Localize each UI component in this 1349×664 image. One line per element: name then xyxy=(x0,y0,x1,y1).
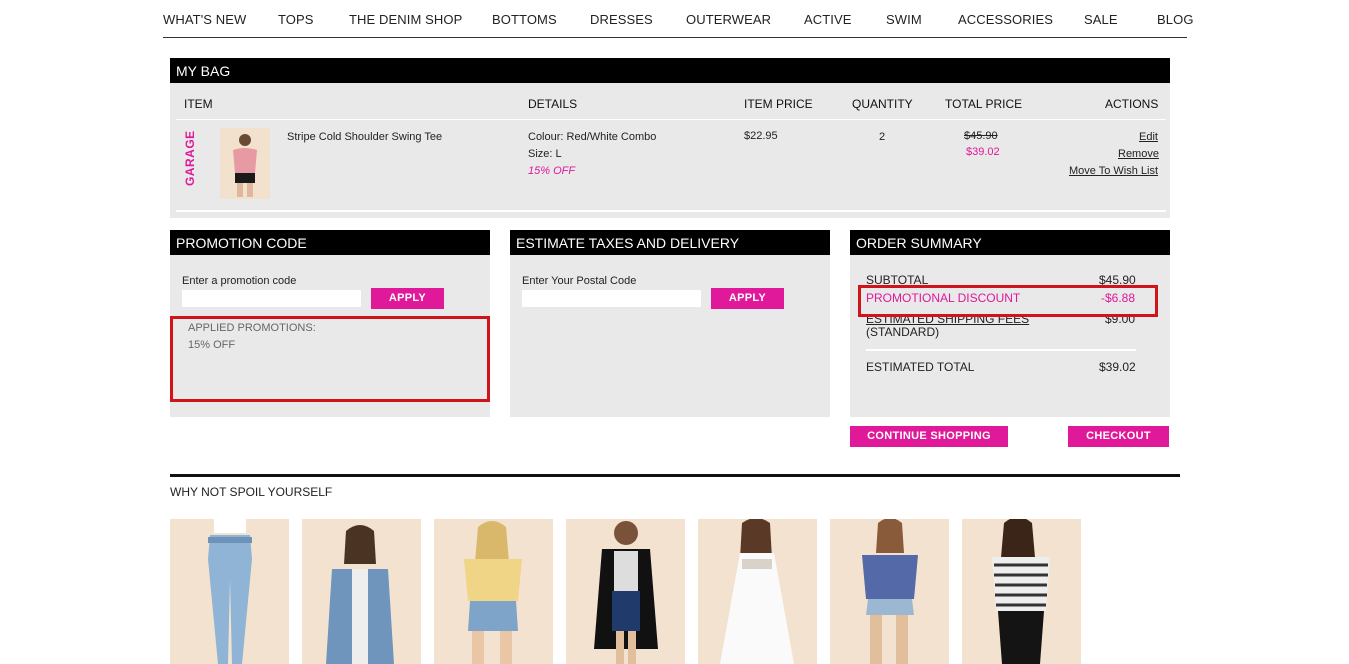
suggested-product-image[interactable] xyxy=(302,519,421,664)
postal-label: Enter Your Postal Code xyxy=(522,275,637,287)
col-item: ITEM xyxy=(184,97,213,111)
promo-label: Enter a promotion code xyxy=(182,275,297,287)
col-actions: ACTIONS xyxy=(1105,97,1159,111)
bag-divider xyxy=(176,210,1166,212)
nav-denim-shop[interactable]: THE DENIM SHOP xyxy=(349,12,462,27)
suggested-product-image[interactable] xyxy=(962,519,1081,664)
nav-swim[interactable]: SWIM xyxy=(886,12,922,27)
continue-shopping-button[interactable]: CONTINUE SHOPPING xyxy=(850,426,1008,447)
suggested-product-image[interactable] xyxy=(566,519,685,664)
my-bag-header: MY BAG xyxy=(170,58,1170,83)
nav-blog[interactable]: BLOG xyxy=(1157,12,1194,27)
nav-bottoms[interactable]: BOTTOMS xyxy=(492,12,557,27)
promo-header: PROMOTION CODE xyxy=(170,230,490,255)
col-quantity: QUANTITY xyxy=(852,97,913,111)
summary-divider xyxy=(866,349,1136,351)
suggested-product-image[interactable] xyxy=(830,519,949,664)
suggested-product-image[interactable] xyxy=(434,519,553,664)
product-size: Size: L xyxy=(528,148,562,160)
discounted-total: $39.02 xyxy=(966,146,1000,158)
shipping-sub-label: (STANDARD) xyxy=(866,325,940,339)
brand-logo: GARAGE xyxy=(183,130,197,186)
summary-header: ORDER SUMMARY xyxy=(850,230,1170,255)
nav-sale[interactable]: SALE xyxy=(1084,12,1118,27)
nav-whats-new[interactable]: WHAT'S NEW xyxy=(163,12,246,27)
taxes-header: ESTIMATE TAXES AND DELIVERY xyxy=(510,230,830,255)
col-total-price: TOTAL PRICE xyxy=(945,97,1023,111)
nav-tops[interactable]: TOPS xyxy=(278,12,314,27)
promo-code-input[interactable] xyxy=(182,290,361,307)
nav-dresses[interactable]: DRESSES xyxy=(590,12,653,27)
product-name[interactable]: Stripe Cold Shoulder Swing Tee xyxy=(287,131,442,143)
nav-active[interactable]: ACTIVE xyxy=(804,12,852,27)
taxes-apply-button[interactable]: APPLY xyxy=(711,288,784,309)
checkout-button[interactable]: CHECKOUT xyxy=(1068,426,1169,447)
highlight-box xyxy=(858,285,1158,317)
remove-link[interactable]: Remove xyxy=(1118,148,1159,160)
item-price: $22.95 xyxy=(744,130,778,142)
suggest-title: WHY NOT SPOIL YOURSELF xyxy=(170,485,333,499)
product-image[interactable] xyxy=(220,128,270,199)
nav-outerwear[interactable]: OUTERWEAR xyxy=(686,12,771,27)
edit-link[interactable]: Edit xyxy=(1139,131,1158,143)
section-divider xyxy=(170,474,1180,477)
product-discount: 15% OFF xyxy=(528,165,576,177)
col-details: DETAILS xyxy=(528,97,578,111)
estimated-total-value: $39.02 xyxy=(1099,360,1136,374)
product-colour: Colour: Red/White Combo xyxy=(528,131,657,143)
postal-code-input[interactable] xyxy=(522,290,701,307)
quantity-value[interactable]: 2 xyxy=(879,131,885,143)
top-nav: WHAT'S NEW TOPS THE DENIM SHOP BOTTOMS D… xyxy=(163,0,1193,38)
original-total: $45.90 xyxy=(964,130,998,142)
col-item-price: ITEM PRICE xyxy=(744,97,813,111)
highlight-box xyxy=(170,316,490,402)
promo-apply-button[interactable]: APPLY xyxy=(371,288,444,309)
estimated-total-label: ESTIMATED TOTAL xyxy=(866,360,975,374)
nav-accessories[interactable]: ACCESSORIES xyxy=(958,12,1053,27)
suggested-product-image[interactable] xyxy=(698,519,817,664)
bag-divider xyxy=(176,119,1166,120)
suggested-product-image[interactable] xyxy=(170,519,289,664)
move-to-wishlist-link[interactable]: Move To Wish List xyxy=(1069,165,1158,177)
